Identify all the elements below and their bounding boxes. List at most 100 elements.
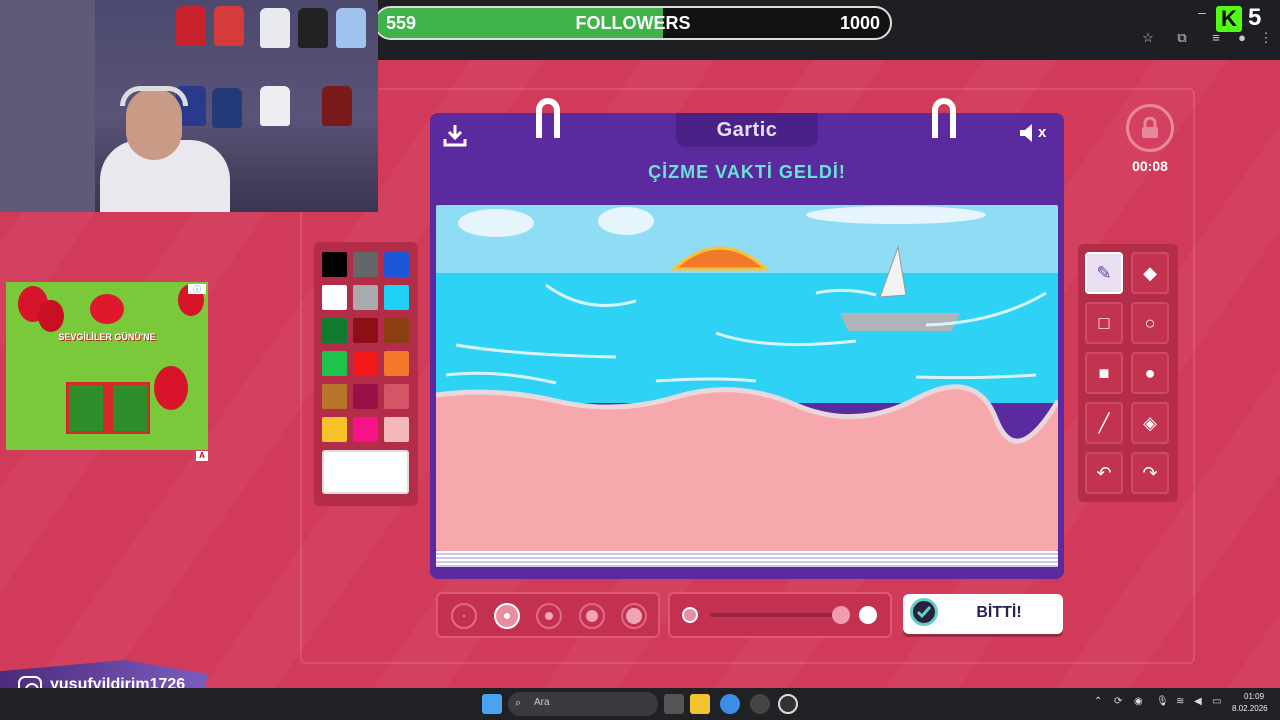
tray-chevron-icon[interactable]: ⌃ (1094, 696, 1102, 707)
heart (90, 294, 124, 324)
check-icon (910, 598, 938, 626)
color-swatch[interactable] (353, 384, 378, 409)
cloud (458, 209, 534, 237)
drawing-canvas[interactable] (436, 205, 1058, 551)
menu-icon[interactable]: ⋮ (1258, 30, 1274, 46)
eraser-tool[interactable]: ◆ (1131, 252, 1169, 294)
minimize-icon[interactable]: – (1198, 4, 1206, 20)
clock-time: 01:09 (1244, 692, 1265, 701)
star-icon[interactable]: ☆ (1140, 30, 1156, 46)
sync-icon[interactable]: ⟳ (1114, 696, 1122, 707)
opacity-slider-handle[interactable] (832, 606, 850, 624)
file-explorer-icon[interactable] (690, 694, 710, 714)
rectangle-outline-tool[interactable]: □ (1085, 302, 1123, 344)
opacity-low-icon (682, 607, 698, 623)
search-icon: ⌕ (515, 697, 522, 709)
board-ring (932, 98, 956, 138)
media-icon[interactable]: ≡ (1208, 30, 1224, 46)
color-swatch[interactable] (353, 252, 378, 277)
pencil-tool[interactable]: ✎ (1085, 252, 1123, 294)
jersey (336, 8, 366, 48)
color-swatch[interactable] (353, 318, 378, 343)
extensions-icon[interactable]: ⧉ (1174, 30, 1190, 46)
color-swatch[interactable] (384, 351, 409, 376)
size-dot (586, 610, 598, 622)
color-swatch[interactable] (322, 384, 347, 409)
ellipse-outline-tool[interactable]: ○ (1131, 302, 1169, 344)
search-placeholder: Ara (534, 697, 550, 708)
color-swatch[interactable] (384, 417, 409, 442)
ad-text: SEVGİLİLER GÜNÜ'NE (58, 332, 156, 342)
color-swatch[interactable] (322, 417, 347, 442)
media-player-icon[interactable] (778, 694, 798, 714)
app-icon[interactable] (750, 694, 770, 714)
follower-target: 1000 (839, 13, 880, 33)
eraser-icon: ◆ (1143, 262, 1157, 283)
color-swatch[interactable] (353, 285, 378, 310)
brush-size-4[interactable] (579, 603, 605, 629)
color-swatch[interactable] (384, 318, 409, 343)
streamer (100, 80, 230, 212)
follower-label: FOLLOWERS (575, 13, 691, 33)
download-icon[interactable] (442, 122, 468, 148)
color-swatch[interactable] (322, 252, 347, 277)
jersey (322, 86, 352, 126)
beach (436, 386, 1058, 551)
lock-icon (1142, 117, 1158, 138)
ellipse-filled-tool[interactable]: ● (1131, 352, 1169, 394)
kick-logo-icon: K (1216, 6, 1242, 32)
wifi-icon[interactable]: ≋ (1176, 696, 1184, 707)
rectangle-filled-tool[interactable]: ■ (1085, 352, 1123, 394)
task-view-icon[interactable] (664, 694, 684, 714)
done-label: BİTTİ! (976, 604, 1022, 621)
webcam-feed (0, 0, 378, 212)
sea (436, 273, 1058, 403)
windows-start-icon[interactable] (482, 694, 502, 714)
ad-info-icon[interactable]: ⓘ (188, 284, 206, 294)
jersey (214, 6, 244, 46)
gift-ribbon (103, 382, 113, 434)
brush-size-3[interactable] (536, 603, 562, 629)
kick-count: 5 (1248, 4, 1262, 31)
fill-bucket-icon: ◈ (1143, 412, 1157, 433)
line-tool[interactable]: ╱ (1085, 402, 1123, 444)
app-tray-icon[interactable]: ◉ (1134, 696, 1143, 707)
volume-icon[interactable]: ◀ (1194, 696, 1202, 707)
color-swatch[interactable] (322, 351, 347, 376)
color-swatch[interactable] (322, 318, 347, 343)
size-dot (545, 612, 553, 620)
size-dot (504, 613, 510, 619)
opacity-track[interactable] (710, 613, 850, 617)
brush-size-2[interactable] (494, 603, 520, 629)
color-swatch[interactable] (384, 252, 409, 277)
valentine-ad[interactable]: SEVGİLİLER GÜNÜ'NE ⓘ (6, 282, 208, 450)
fill-bucket-tool[interactable]: ◈ (1131, 402, 1169, 444)
jersey (260, 86, 290, 126)
brush-size-1[interactable] (451, 603, 477, 629)
line-icon: ╱ (1098, 412, 1110, 433)
undo-icon: ↶ (1096, 462, 1112, 483)
color-swatch[interactable] (384, 384, 409, 409)
profile-icon[interactable]: ● (1234, 30, 1250, 46)
pencil-icon: ✎ (1096, 262, 1112, 283)
prompt-text: ÇİZME VAKTİ GELDİ! (648, 162, 846, 182)
opacity-high-icon (859, 606, 877, 624)
color-swatch[interactable] (322, 285, 347, 310)
jersey (260, 8, 290, 48)
taskbar-search[interactable] (508, 692, 658, 716)
lock-button[interactable] (1126, 104, 1174, 152)
color-swatch[interactable] (353, 351, 378, 376)
undo-tool[interactable]: ↶ (1085, 452, 1123, 494)
board-ring (536, 98, 560, 138)
ellipse-filled-icon: ● (1144, 362, 1156, 383)
color-swatch[interactable] (353, 417, 378, 442)
chrome-icon[interactable] (720, 694, 740, 714)
mic-icon[interactable]: 🎙 (1156, 696, 1169, 707)
brush-size-5[interactable] (621, 603, 647, 629)
follower-goal-bar: 559 FOLLOWERS 1000 (374, 6, 892, 40)
redo-tool[interactable]: ↷ (1131, 452, 1169, 494)
mute-icon[interactable]: x (1018, 122, 1052, 146)
cloud (598, 207, 654, 235)
battery-icon[interactable]: ▭ (1212, 696, 1221, 707)
color-swatch[interactable] (384, 285, 409, 310)
